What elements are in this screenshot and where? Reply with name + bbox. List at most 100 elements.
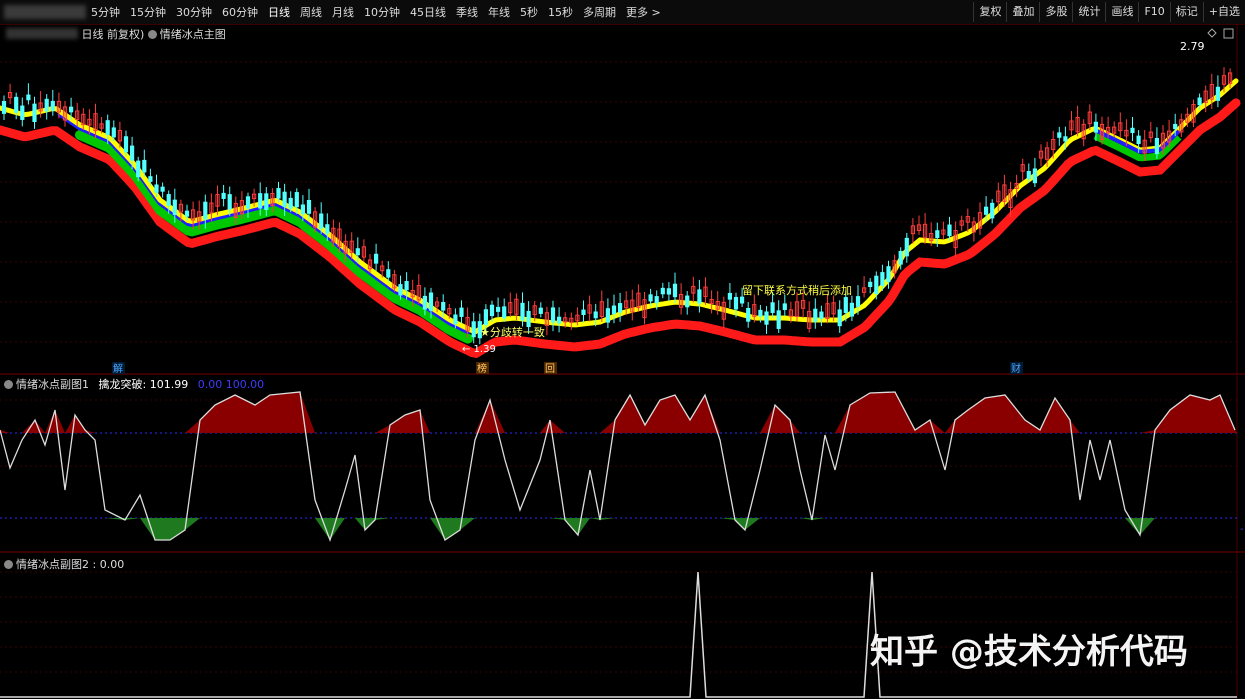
candle-body	[105, 120, 110, 135]
candle-body	[245, 196, 251, 209]
candle-body	[782, 303, 787, 311]
ma-bands	[0, 78, 1241, 359]
candle-body	[166, 194, 171, 206]
candle-body	[770, 302, 775, 313]
sub1-red-fill	[0, 392, 1237, 433]
candle-body	[496, 306, 501, 312]
candlesticks	[1, 67, 1233, 345]
candle-body	[648, 294, 653, 302]
candle-body	[581, 309, 586, 315]
candle-body	[1, 101, 7, 114]
candle-body	[520, 302, 525, 321]
candle-body	[160, 186, 165, 192]
candle-body	[819, 311, 824, 319]
candle-body	[1136, 135, 1141, 145]
candle-body	[502, 306, 507, 319]
candle-body	[746, 308, 751, 322]
candle-body	[880, 272, 885, 286]
candle-body	[398, 284, 403, 296]
candle-body	[654, 296, 659, 304]
candle-body	[855, 296, 861, 307]
candle-body	[441, 302, 446, 311]
marker-2: 回	[545, 363, 555, 375]
candle-body	[26, 94, 31, 101]
candle-body	[947, 224, 952, 237]
candle-body	[300, 204, 305, 215]
candle-body	[154, 184, 159, 193]
annotation-note: 留下联系方式稍后添加	[742, 283, 852, 297]
sub1-right-label: -1	[1240, 524, 1245, 535]
candle-body	[459, 307, 464, 317]
candle-body	[660, 287, 665, 295]
candle-body	[1173, 123, 1178, 130]
candle-body	[1032, 168, 1038, 184]
candle-body	[733, 296, 739, 310]
candle-body	[264, 193, 269, 210]
candle-body	[142, 159, 147, 173]
candle-body	[136, 160, 141, 178]
candle-body	[44, 98, 49, 112]
candle-body	[685, 295, 690, 308]
candle-body	[148, 176, 153, 182]
candle-body	[221, 192, 226, 199]
candle-body	[294, 192, 299, 208]
candle-body	[618, 303, 623, 313]
candle-body	[886, 266, 891, 282]
candle-body	[611, 305, 617, 315]
candle-body	[111, 127, 116, 138]
candle-body	[130, 145, 135, 161]
candle-body	[14, 96, 19, 113]
window-restore-icon	[1223, 28, 1234, 39]
candle-body	[605, 308, 610, 323]
candle-body	[422, 295, 427, 310]
kline-chart[interactable]: 2.79 ← 1.39 ★分歧转一致 留下联系方式稍后添加 -1 解 榜 回 财	[0, 0, 1245, 699]
candle-body	[550, 307, 556, 323]
candle-body	[471, 321, 476, 338]
candle-body	[1154, 137, 1160, 155]
candle-body	[593, 311, 598, 319]
candle-body	[306, 199, 312, 214]
candle-body	[1093, 121, 1099, 133]
candle-body	[764, 311, 769, 325]
candle-body	[319, 213, 324, 229]
candle-body	[386, 269, 391, 278]
candle-body	[898, 250, 903, 265]
candle-body	[227, 194, 232, 210]
candle-body	[557, 316, 562, 324]
candle-body	[1215, 86, 1221, 101]
candle-body	[258, 193, 263, 209]
candle-body	[288, 197, 293, 209]
candle-body	[758, 309, 763, 317]
marker-0: 解	[113, 362, 123, 375]
candle-body	[697, 289, 702, 304]
ma-band-3	[0, 78, 1239, 335]
candle-body	[849, 302, 854, 317]
candle-body	[837, 309, 842, 327]
price-low-label: ← 1.39	[462, 344, 496, 355]
candle-body	[69, 106, 74, 113]
candle-body	[483, 309, 488, 326]
candle-body	[538, 307, 543, 314]
grid-lines	[0, 24, 1245, 699]
candle-body	[50, 100, 55, 111]
marker-3: 财	[1011, 362, 1021, 375]
annotation-low: ★分歧转一致	[480, 325, 545, 339]
candle-body	[184, 210, 190, 217]
candle-body	[32, 103, 37, 123]
marker-1: 榜	[477, 362, 487, 375]
candle-body	[1063, 136, 1068, 142]
candle-body	[990, 202, 995, 219]
candle-body	[868, 281, 873, 288]
candle-body	[984, 206, 989, 215]
candle-body	[843, 297, 848, 313]
candle-body	[776, 310, 781, 329]
candle-body	[1026, 171, 1031, 180]
candle-body	[20, 105, 25, 120]
candle-body	[172, 199, 177, 215]
candle-body	[666, 288, 671, 295]
candle-body	[374, 253, 379, 264]
candle-body	[740, 296, 745, 304]
candle-body	[203, 201, 208, 220]
candle-body	[672, 283, 678, 298]
candle-body	[282, 191, 287, 208]
